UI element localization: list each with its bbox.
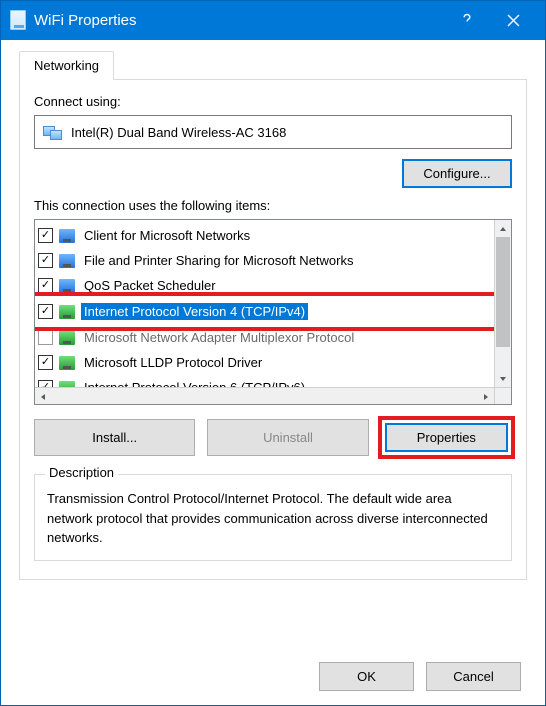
protocol-icon: [59, 331, 75, 345]
component-label: Microsoft Network Adapter Multiplexor Pr…: [81, 329, 357, 346]
description-legend: Description: [45, 465, 118, 480]
close-button[interactable]: [490, 1, 536, 39]
title-bar[interactable]: WiFi Properties: [0, 0, 546, 40]
horizontal-scrollbar[interactable]: [35, 387, 494, 404]
component-item[interactable]: File and Printer Sharing for Microsoft N…: [38, 248, 511, 273]
description-text: Transmission Control Protocol/Internet P…: [47, 489, 499, 548]
checkbox[interactable]: [38, 228, 53, 243]
scroll-right-arrow-icon[interactable]: [482, 389, 490, 404]
component-item[interactable]: Microsoft LLDP Protocol Driver: [38, 350, 511, 375]
cancel-button[interactable]: Cancel: [426, 662, 521, 691]
help-button[interactable]: [444, 1, 490, 39]
ok-label: OK: [357, 669, 376, 684]
ok-button[interactable]: OK: [319, 662, 414, 691]
properties-button[interactable]: Properties: [385, 423, 508, 452]
protocol-icon: [59, 356, 75, 370]
component-label: Internet Protocol Version 4 (TCP/IPv4): [81, 303, 308, 320]
tab-networking[interactable]: Networking: [19, 51, 114, 80]
uninstall-button: Uninstall: [207, 419, 368, 456]
checkbox[interactable]: [38, 278, 53, 293]
checkbox[interactable]: [38, 355, 53, 370]
scrollbar-corner: [494, 387, 511, 404]
connect-using-label: Connect using:: [34, 94, 512, 109]
scroll-thumb[interactable]: [496, 237, 510, 347]
vertical-scrollbar[interactable]: [494, 220, 511, 387]
highlight-selected-row: Internet Protocol Version 4 (TCP/IPv4): [35, 292, 501, 331]
scroll-down-arrow-icon[interactable]: [495, 370, 511, 387]
items-label: This connection uses the following items…: [34, 198, 512, 213]
component-item[interactable]: Client for Microsoft Networks: [38, 223, 511, 248]
configure-button[interactable]: Configure...: [402, 159, 512, 188]
client-icon: [59, 229, 75, 243]
protocol-icon: [59, 305, 75, 319]
cancel-label: Cancel: [453, 669, 493, 684]
window-title: WiFi Properties: [34, 12, 444, 29]
install-button[interactable]: Install...: [34, 419, 195, 456]
checkbox[interactable]: [38, 304, 53, 319]
tab-strip: Networking: [19, 46, 527, 80]
adapter-name: Intel(R) Dual Band Wireless-AC 3168: [71, 125, 286, 140]
scroll-left-arrow-icon[interactable]: [39, 389, 47, 404]
component-label: Microsoft LLDP Protocol Driver: [81, 354, 265, 371]
window-icon: [10, 10, 26, 30]
service-icon: [59, 254, 75, 268]
service-icon: [59, 279, 75, 293]
description-group: Description Transmission Control Protoco…: [34, 474, 512, 561]
checkbox[interactable]: [38, 253, 53, 268]
properties-label: Properties: [417, 430, 476, 445]
install-label: Install...: [92, 430, 137, 445]
component-label: Client for Microsoft Networks: [81, 227, 253, 244]
networking-panel: Connect using: Intel(R) Dual Band Wirele…: [19, 79, 527, 580]
network-adapter-icon: [43, 124, 63, 140]
uninstall-label: Uninstall: [263, 430, 313, 445]
components-listbox[interactable]: Client for Microsoft Networks File and P…: [34, 219, 512, 405]
dialog-button-row: OK Cancel: [1, 647, 545, 705]
scroll-up-arrow-icon[interactable]: [495, 220, 511, 237]
checkbox[interactable]: [38, 330, 53, 345]
adapter-field: Intel(R) Dual Band Wireless-AC 3168: [34, 115, 512, 149]
component-item-ipv4[interactable]: Internet Protocol Version 4 (TCP/IPv4): [38, 299, 497, 324]
component-label: File and Printer Sharing for Microsoft N…: [81, 252, 356, 269]
configure-label: Configure...: [423, 166, 490, 181]
highlight-properties-button: Properties: [378, 416, 515, 459]
tab-label: Networking: [34, 58, 99, 73]
